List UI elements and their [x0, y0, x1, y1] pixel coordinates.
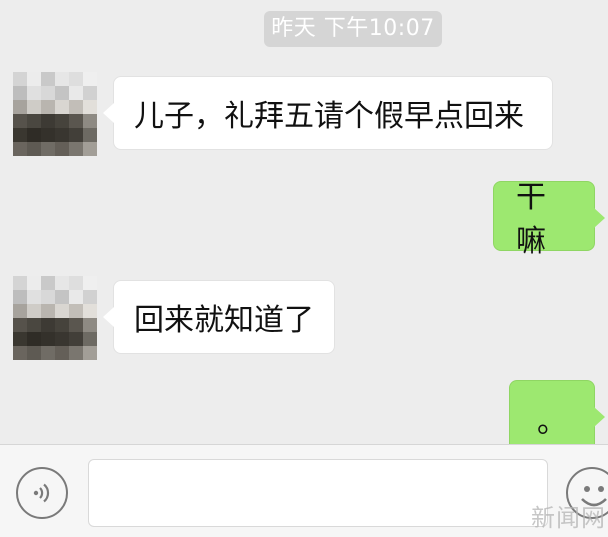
watermark: 新闻网: [531, 504, 606, 532]
message-text: 回来就知道了: [134, 303, 314, 338]
message-text: 。: [537, 405, 567, 440]
voice-icon: [33, 483, 50, 503]
input-bar: [0, 444, 608, 537]
message-bubble-received[interactable]: 回来就知道了: [103, 280, 335, 354]
message-bubble-received[interactable]: 儿子，礼拜五请个假早点回来: [103, 76, 553, 150]
avatar[interactable]: [13, 72, 97, 156]
message-text: 干嘛: [516, 180, 546, 259]
message-text: 儿子，礼拜五请个假早点回来: [134, 99, 524, 134]
voice-button[interactable]: [16, 467, 68, 519]
avatar[interactable]: [13, 276, 97, 360]
timestamp: 昨天 下午10:07: [264, 11, 442, 47]
message-bubble-sent[interactable]: 干嘛: [493, 180, 605, 259]
message-input[interactable]: [88, 459, 548, 527]
